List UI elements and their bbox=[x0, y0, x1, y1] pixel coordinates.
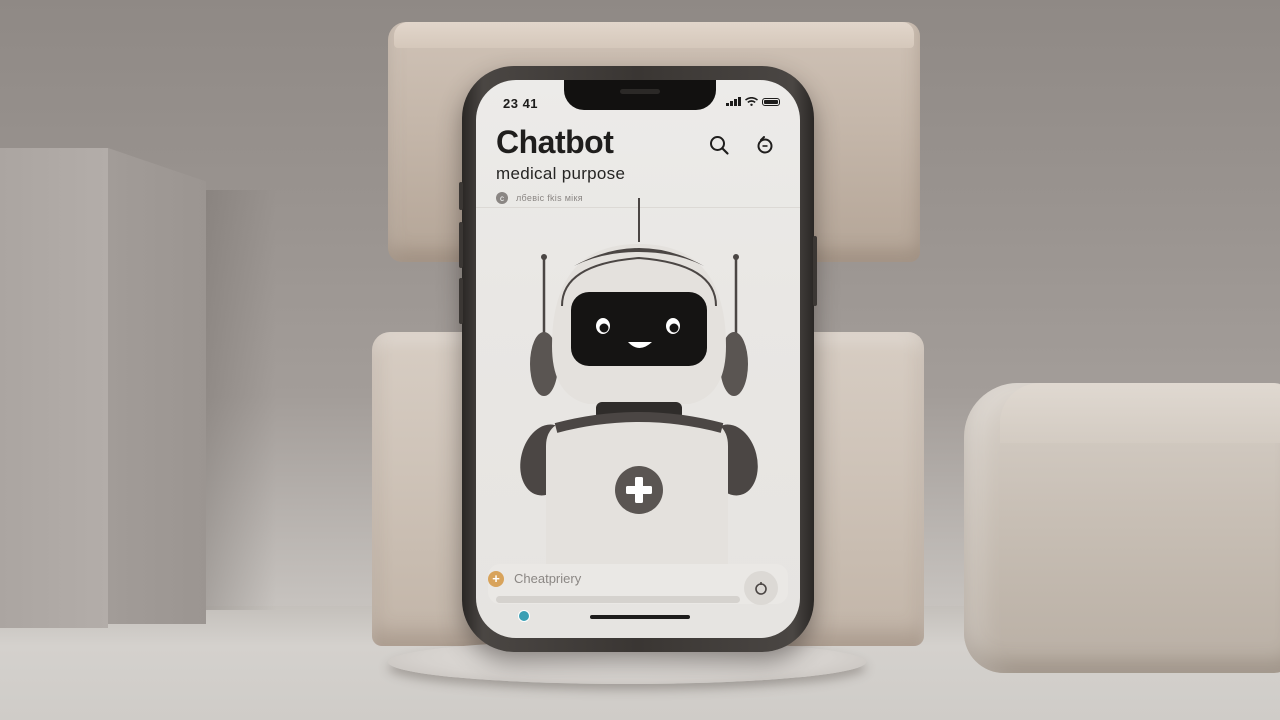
medical-cross-icon bbox=[615, 466, 663, 514]
plus-icon: + bbox=[492, 571, 500, 586]
signal-icon bbox=[726, 97, 741, 106]
home-indicator[interactable] bbox=[590, 615, 690, 619]
chat-bubble-icon bbox=[757, 136, 773, 154]
phone-side-button bbox=[459, 182, 463, 210]
phone-volume-up bbox=[459, 222, 463, 268]
robot-antenna-right-tip bbox=[733, 254, 739, 260]
battery-icon bbox=[762, 98, 780, 106]
clay-block-top-rim bbox=[394, 22, 914, 48]
right-rounded-block-top bbox=[1000, 383, 1280, 443]
phone-notch bbox=[564, 80, 716, 110]
phone-power-button bbox=[813, 236, 817, 306]
wifi-icon bbox=[745, 97, 758, 106]
left-block-front bbox=[0, 148, 108, 628]
phone-volume-down bbox=[459, 278, 463, 324]
robot-visor bbox=[571, 292, 707, 366]
voice-input-button[interactable] bbox=[744, 571, 778, 605]
search-button[interactable] bbox=[708, 134, 730, 156]
status-time: 23 41 bbox=[503, 96, 539, 111]
search-icon bbox=[710, 136, 729, 155]
phone-screen: 23 41 Chatbot medical purpose c лбевіс f… bbox=[476, 80, 800, 638]
message-input-placeholder: Cheatpriery bbox=[514, 571, 582, 586]
chat-button[interactable] bbox=[754, 134, 776, 156]
notch-speaker bbox=[620, 89, 660, 94]
left-block-shadow bbox=[206, 190, 276, 610]
app-subtitle: medical purpose bbox=[496, 164, 626, 183]
message-input-track bbox=[496, 596, 740, 603]
notification-badge bbox=[518, 610, 530, 622]
robot-antenna-left-tip bbox=[541, 254, 547, 260]
status-icons bbox=[726, 97, 780, 106]
left-block-side bbox=[108, 148, 206, 624]
robot-pupil-right bbox=[669, 323, 679, 333]
mic-icon bbox=[755, 582, 767, 595]
add-attachment-button[interactable]: + bbox=[488, 571, 504, 587]
app-title: Chatbot bbox=[496, 124, 614, 160]
robot-illustration bbox=[520, 198, 758, 566]
robot-pupil-left bbox=[599, 323, 609, 333]
